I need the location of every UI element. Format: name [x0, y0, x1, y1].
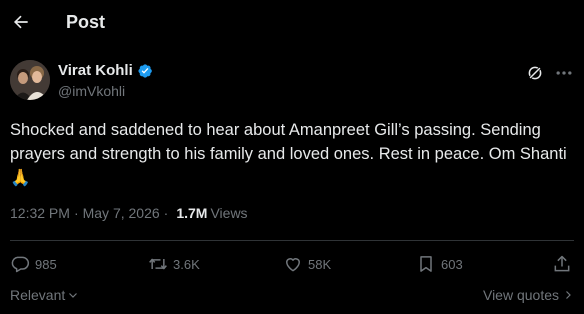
bookmark-icon [420, 256, 432, 272]
post-date[interactable]: May 7, 2026 [83, 205, 160, 221]
arrow-left-icon [13, 15, 28, 29]
reply-button[interactable]: 985 [10, 253, 57, 275]
more-horizontal-icon [556, 71, 572, 75]
like-button[interactable]: 58K [283, 253, 331, 275]
author-name-row: Virat Kohli [58, 62, 153, 79]
meta-separator-views: · [163, 205, 169, 221]
folded-hands-emoji: 🙏 [10, 168, 31, 187]
action-bar: 985 3.6K 58K 603 [10, 253, 574, 275]
share-icon [554, 255, 570, 272]
post-meta: 12:32 PM · May 7, 2026 · 1.7M Views [10, 205, 248, 221]
post-page: Post Virat Kohli @imVkohli Shocked and s… [0, 0, 584, 314]
verified-badge-icon [138, 63, 152, 78]
bookmark-button[interactable]: 603 [416, 253, 463, 275]
avatar[interactable] [10, 60, 50, 100]
views-count: 1.7M [176, 205, 208, 221]
reply-icon [11, 256, 30, 273]
more-options-button[interactable] [554, 64, 574, 82]
divider [10, 240, 574, 241]
post-body: Shocked and saddened to hear about Amanp… [10, 121, 567, 163]
sort-replies-dropdown[interactable]: Relevant [10, 287, 79, 303]
avatar-image [10, 60, 50, 100]
back-button[interactable] [10, 11, 32, 33]
header: Post [0, 0, 584, 46]
reply-count: 985 [35, 256, 57, 272]
post-time[interactable]: 12:32 PM [10, 205, 70, 221]
grok-icon [528, 66, 542, 80]
share-button[interactable] [552, 253, 572, 275]
sort-label: Relevant [10, 287, 66, 303]
view-quotes-link[interactable]: View quotes [483, 287, 574, 303]
bookmark-count: 603 [441, 256, 463, 272]
grok-button[interactable] [526, 64, 544, 82]
post-text: Shocked and saddened to hear about Amanp… [10, 118, 578, 190]
author-handle[interactable]: @imVkohli [58, 83, 125, 99]
author-row: Virat Kohli @imVkohli [10, 60, 574, 102]
repost-button[interactable]: 3.6K [148, 253, 200, 275]
chevron-down-icon [69, 293, 78, 298]
view-quotes-label: View quotes [482, 287, 559, 303]
repost-icon [149, 258, 167, 270]
meta-separator: · [73, 205, 79, 221]
views-label: Views [210, 205, 248, 221]
like-count: 58K [308, 256, 332, 272]
heart-icon [286, 258, 300, 272]
author-name[interactable]: Virat Kohli [58, 62, 133, 79]
page-title: Post [66, 12, 106, 32]
chevron-right-icon [566, 291, 571, 299]
repost-count: 3.6K [173, 256, 200, 272]
replies-footer: Relevant View quotes [10, 286, 574, 306]
